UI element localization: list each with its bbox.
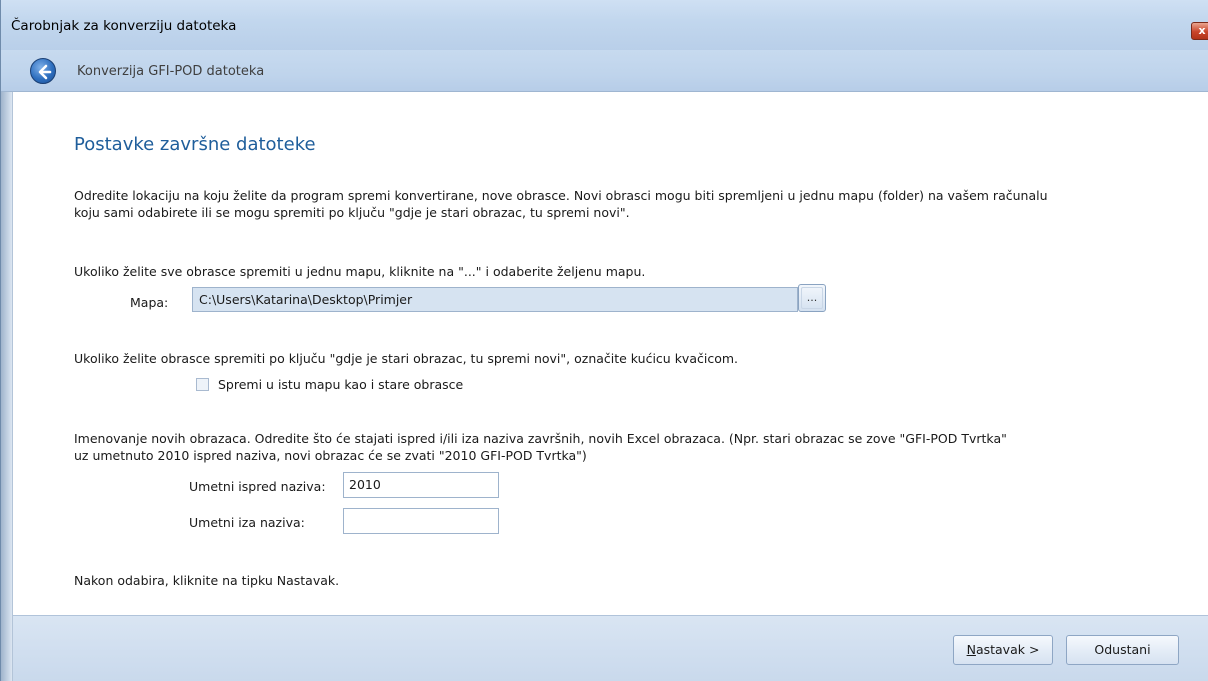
- window-title: Čarobnjak za konverziju datoteka: [11, 18, 237, 34]
- single-folder-instruction: Ukoliko želite sve obrasce spremiti u je…: [74, 264, 646, 279]
- page-heading: Postavke završne datoteke: [74, 134, 316, 155]
- intro-line-1: Odredite lokaciju na koju želite da prog…: [74, 188, 1048, 203]
- next-button-label: astavak >: [975, 642, 1040, 657]
- same-folder-checkbox-label[interactable]: Spremi u istu mapu kao i stare obrasce: [218, 377, 463, 392]
- same-folder-instruction: Ukoliko želite obrasce spremiti po ključ…: [74, 351, 739, 366]
- cancel-button[interactable]: Odustani: [1066, 635, 1179, 665]
- suffix-input[interactable]: [343, 508, 499, 534]
- naming-line-1: Imenovanje novih obrazaca. Odredite što …: [74, 431, 1007, 446]
- same-folder-checkbox[interactable]: [196, 378, 209, 391]
- title-bar: Čarobnjak za konverziju datoteka x: [1, 0, 1208, 50]
- intro-line-2: koju sami odabirete ili se mogu spremiti…: [74, 205, 630, 220]
- prefix-label: Umetni ispred naziva:: [189, 479, 326, 494]
- wizard-content: Postavke završne datoteke Odredite lokac…: [13, 92, 1208, 615]
- naming-instruction: Imenovanje novih obrazaca. Odredite što …: [74, 430, 1194, 464]
- wizard-step-title: Konverzija GFI-POD datoteka: [77, 64, 265, 79]
- wizard-window: Čarobnjak za konverziju datoteka x Konve…: [0, 0, 1208, 681]
- folder-label: Mapa:: [130, 295, 169, 310]
- next-button[interactable]: Nastavak >: [953, 635, 1053, 665]
- suffix-label: Umetni iza naziva:: [189, 515, 305, 530]
- closing-instruction: Nakon odabira, kliknite na tipku Nastava…: [74, 573, 340, 588]
- naming-line-2: uz umetnuto 2010 ispred naziva, novi obr…: [74, 448, 587, 463]
- left-border: [1, 92, 13, 681]
- wizard-footer: Nastavak > Odustani: [13, 615, 1208, 681]
- browse-folder-button[interactable]: ...: [798, 284, 826, 312]
- back-button[interactable]: [30, 58, 56, 84]
- prefix-input[interactable]: 2010: [343, 472, 499, 498]
- browse-button-label: ...: [801, 287, 823, 309]
- intro-text: Odredite lokaciju na koju želite da prog…: [74, 187, 1194, 221]
- folder-path-field[interactable]: C:\Users\Katarina\Desktop\Primjer: [192, 287, 798, 312]
- wizard-nav-bar: Konverzija GFI-POD datoteka: [1, 50, 1208, 92]
- next-accelerator: N: [966, 642, 976, 657]
- close-button[interactable]: x: [1191, 22, 1208, 40]
- back-arrow-icon: [38, 64, 52, 80]
